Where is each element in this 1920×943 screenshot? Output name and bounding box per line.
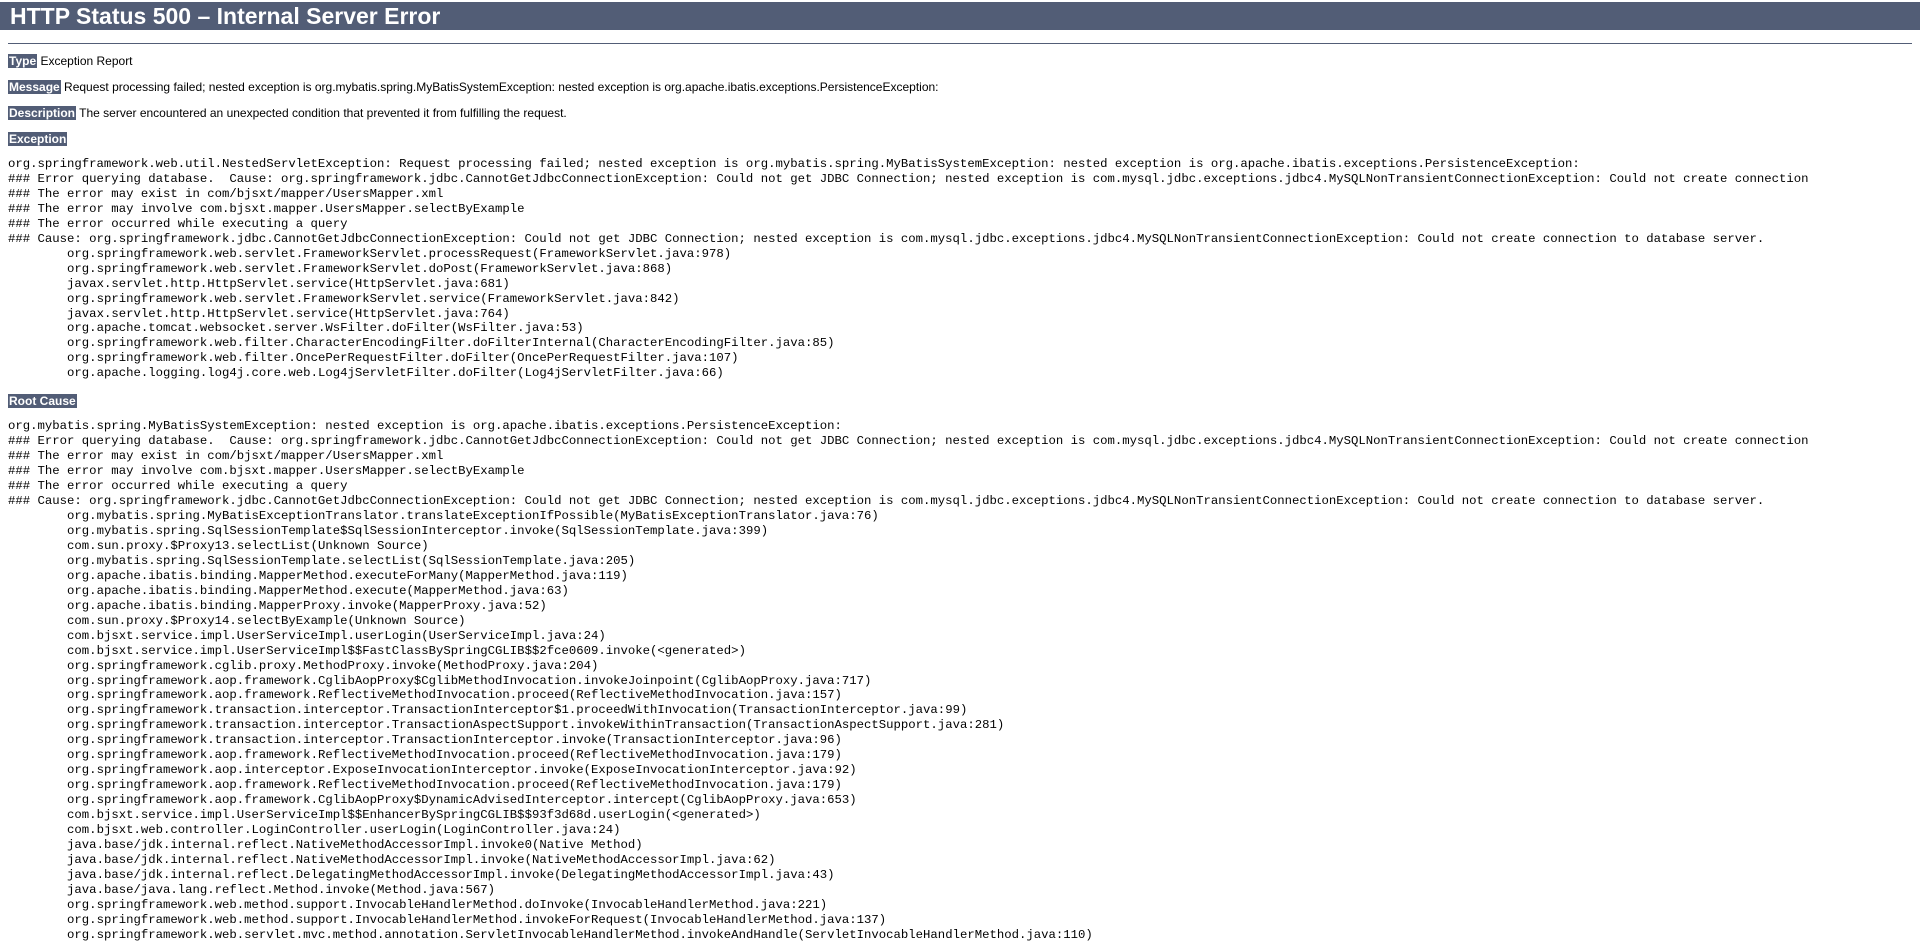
root-cause-heading: Root Cause: [8, 394, 1912, 409]
description-value: The server encountered an unexpected con…: [79, 106, 567, 120]
type-value: Exception Report: [40, 54, 133, 68]
error-page: HTTP Status 500 – Internal Server Error …: [0, 0, 1920, 943]
description-label: Description: [8, 106, 77, 120]
type-row: Type Exception Report: [8, 54, 1912, 68]
exception-label: Exception: [8, 132, 68, 146]
page-title: HTTP Status 500 – Internal Server Error: [0, 2, 1920, 30]
message-label: Message: [8, 80, 61, 94]
type-label: Type: [8, 54, 38, 68]
description-row: Description The server encountered an un…: [8, 106, 1912, 120]
title-divider: [8, 43, 1912, 44]
exception-stack-trace: org.springframework.web.util.NestedServl…: [8, 157, 1809, 381]
root-cause-label: Root Cause: [8, 394, 77, 409]
message-value: Request processing failed; nested except…: [64, 80, 939, 94]
message-row: Message Request processing failed; neste…: [8, 80, 1912, 94]
root-cause-stack-trace: org.mybatis.spring.MyBatisSystemExceptio…: [8, 419, 1809, 942]
exception-heading: Exception: [8, 132, 1912, 146]
